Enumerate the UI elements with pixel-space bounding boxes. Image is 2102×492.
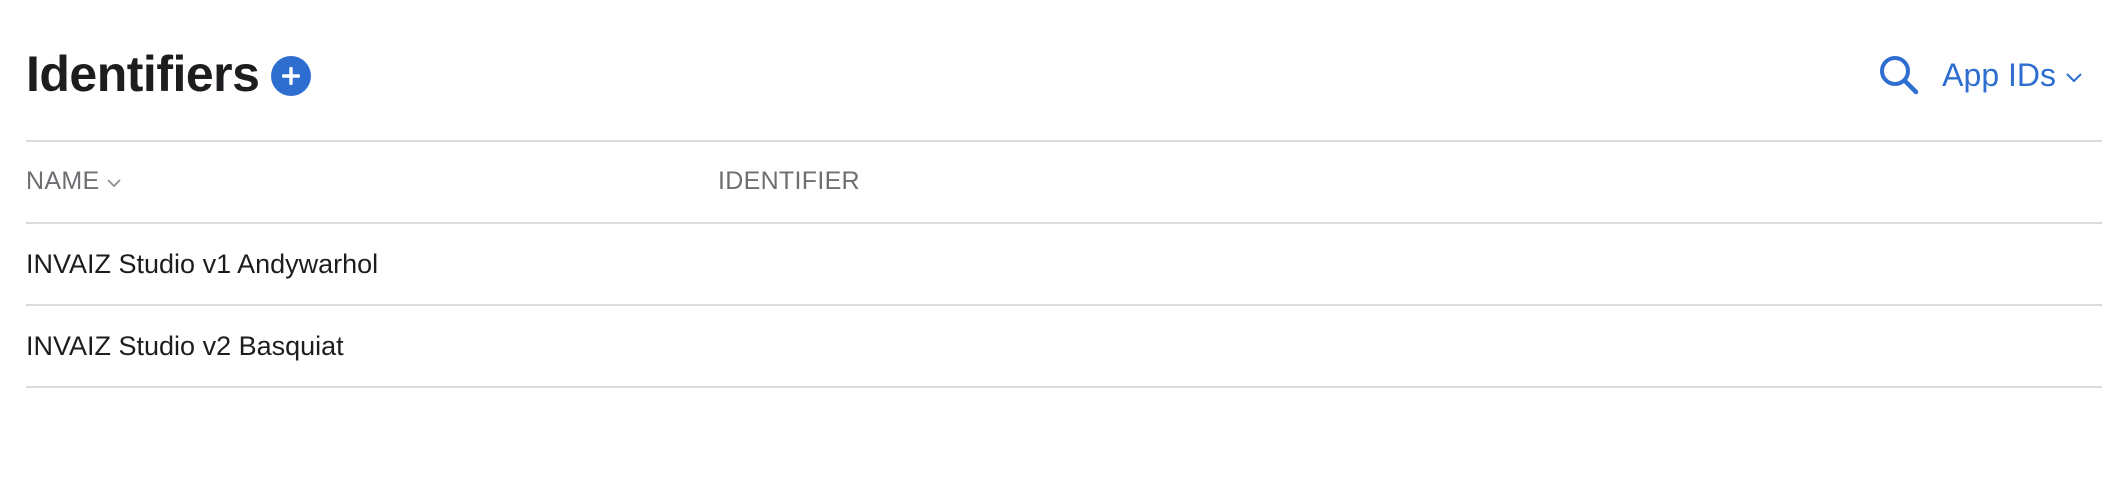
column-label-name: NAME: [26, 167, 100, 195]
plus-circle-icon: [282, 67, 301, 85]
table-row[interactable]: INVAIZ Studio v1 Andywarhol: [26, 224, 2102, 306]
sort-chevron-down-icon: [108, 179, 121, 187]
row-name: INVAIZ Studio v2 Basquiat: [26, 331, 344, 361]
identifier-type-filter[interactable]: App IDs: [1942, 55, 2082, 95]
page-title: Identifiers: [26, 46, 260, 102]
table-row[interactable]: INVAIZ Studio v2 Basquiat: [26, 306, 2102, 388]
header-toolbar: App IDs: [1876, 52, 2082, 98]
chevron-down-icon: [2066, 73, 2082, 82]
column-header-name[interactable]: NAME: [26, 164, 121, 198]
search-button[interactable]: [1876, 52, 1922, 98]
row-name: INVAIZ Studio v1 Andywarhol: [26, 249, 379, 279]
search-icon: [1880, 56, 1919, 95]
column-label-identifier: IDENTIFIER: [718, 167, 860, 195]
page-header: Identifiers App IDs: [26, 0, 2102, 142]
column-header-identifier: IDENTIFIER: [718, 164, 860, 198]
table-header: NAME IDENTIFIER: [26, 142, 2102, 224]
add-identifier-button[interactable]: [271, 56, 312, 96]
identifiers-page: Identifiers App IDs NAME IDENTIFIER INVA…: [26, 0, 2102, 492]
title-group: Identifiers: [26, 44, 312, 104]
filter-selected-label: App IDs: [1942, 57, 2056, 93]
